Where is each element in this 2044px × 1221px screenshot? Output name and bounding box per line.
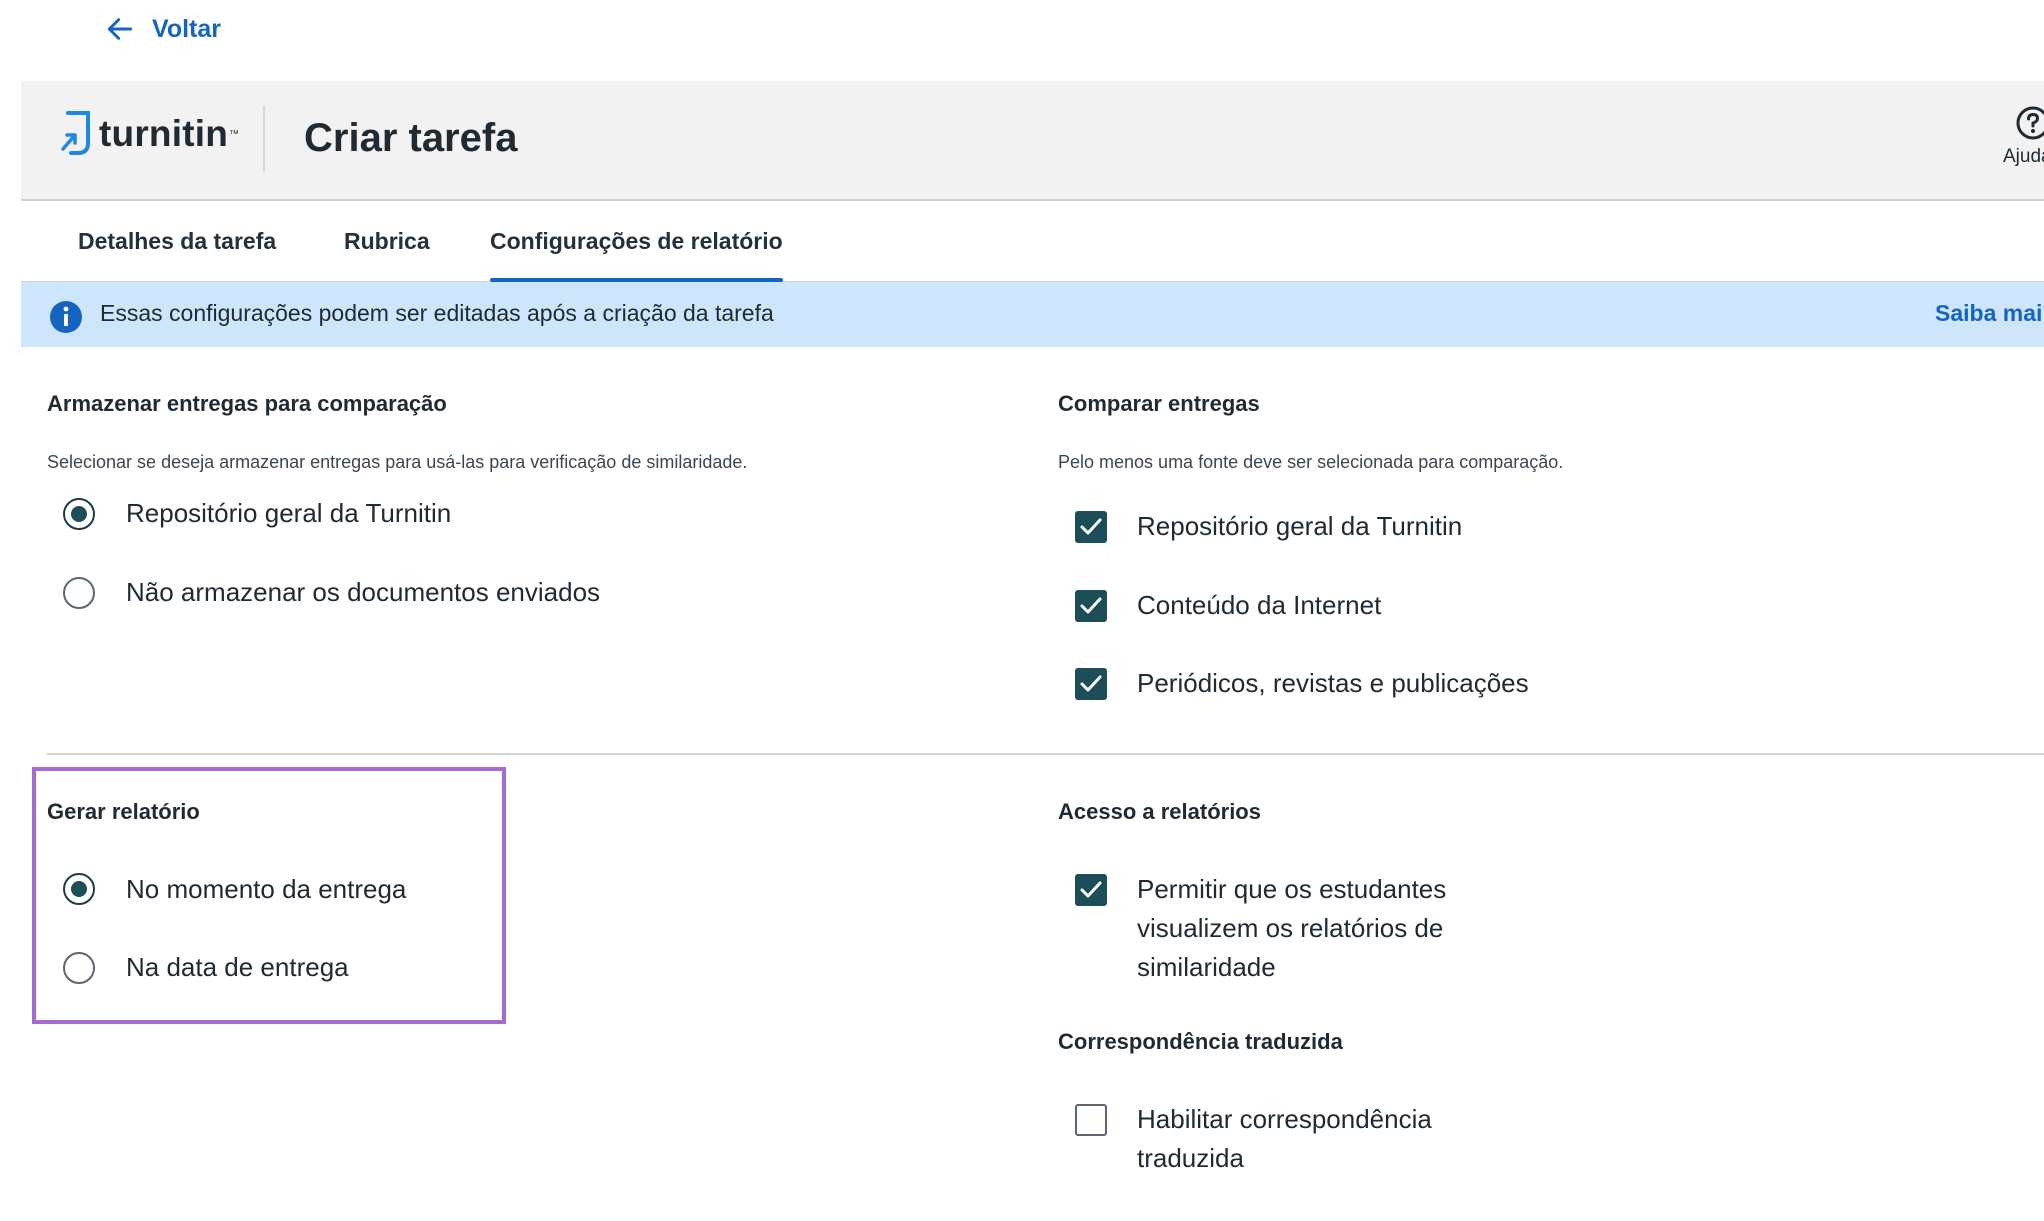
- section-divider: [47, 753, 2044, 755]
- header-divider: [263, 106, 265, 171]
- radio-store-repository[interactable]: [63, 498, 95, 530]
- radio-generate-on-due-date[interactable]: [63, 952, 95, 984]
- info-icon: [50, 301, 82, 333]
- tab-bar: Detalhes da tarefa Rubrica Configurações…: [21, 201, 2044, 283]
- checkbox-compare-publications[interactable]: [1075, 668, 1107, 700]
- checkbox-allow-students-view[interactable]: [1075, 874, 1107, 906]
- compare-section-title: Comparar entregas: [1058, 391, 1260, 416]
- checkmark-icon: [1080, 597, 1102, 614]
- radio-generate-on-due-date-label: Na data de entrega: [126, 952, 349, 982]
- help-button[interactable]: Ajuda: [1991, 105, 2044, 168]
- help-icon: [2016, 106, 2044, 140]
- radio-generate-on-submission[interactable]: [63, 873, 95, 905]
- checkbox-translated-matching-label: Habilitar correspondência traduzida: [1137, 1104, 1432, 1173]
- checkmark-icon: [1080, 675, 1102, 692]
- radio-store-none[interactable]: [63, 577, 95, 609]
- store-section-description: Selecionar se deseja armazenar entregas …: [47, 452, 748, 472]
- turnitin-logo: turnitin ™: [59, 109, 239, 159]
- back-label: Voltar: [152, 14, 221, 43]
- checkmark-icon: [1080, 518, 1102, 535]
- back-link[interactable]: Voltar: [104, 10, 221, 48]
- radio-store-none-label: Não armazenar os documentos enviados: [126, 577, 601, 607]
- learn-more-link[interactable]: Saiba mai: [1935, 300, 2042, 327]
- compare-section-description: Pelo menos uma fonte deve ser selecionad…: [1058, 452, 1564, 472]
- tab-report-settings[interactable]: Configurações de relatório: [490, 201, 783, 282]
- checkbox-compare-internet[interactable]: [1075, 590, 1107, 622]
- page-title: Criar tarefa: [304, 116, 518, 160]
- radio-store-repository-label: Repositório geral da Turnitin: [126, 498, 452, 528]
- info-banner: Essas configurações podem ser editadas a…: [21, 282, 2044, 347]
- logo-text: turnitin: [99, 113, 229, 154]
- tab-assignment-details[interactable]: Detalhes da tarefa: [78, 201, 276, 281]
- checkbox-allow-students-view-label: Permitir que os estudantes visualizem os…: [1137, 874, 1447, 982]
- banner-message: Essas configurações podem ser editadas a…: [100, 300, 774, 326]
- arrow-left-icon: [107, 18, 133, 40]
- generate-section-title: Gerar relatório: [47, 799, 200, 824]
- translated-section-title: Correspondência traduzida: [1058, 1029, 1343, 1054]
- checkmark-icon: [1080, 881, 1102, 898]
- help-label: Ajuda: [2003, 146, 2044, 167]
- app-header: turnitin™ Criar tarefa Ajuda: [21, 81, 2044, 201]
- radio-generate-on-submission-label: No momento da entrega: [126, 874, 407, 904]
- checkbox-compare-repository-label: Repositório geral da Turnitin: [1137, 511, 1463, 541]
- access-section-title: Acesso a relatórios: [1058, 799, 1261, 824]
- tab-rubric[interactable]: Rubrica: [344, 201, 430, 281]
- checkbox-translated-matching[interactable]: [1075, 1104, 1107, 1136]
- checkbox-compare-repository[interactable]: [1075, 511, 1107, 543]
- checkbox-compare-publications-label: Periódicos, revistas e publicações: [1137, 668, 1529, 698]
- store-section-title: Armazenar entregas para comparação: [47, 391, 447, 416]
- turnitin-logo-icon: [61, 111, 90, 155]
- checkbox-compare-internet-label: Conteúdo da Internet: [1137, 590, 1382, 620]
